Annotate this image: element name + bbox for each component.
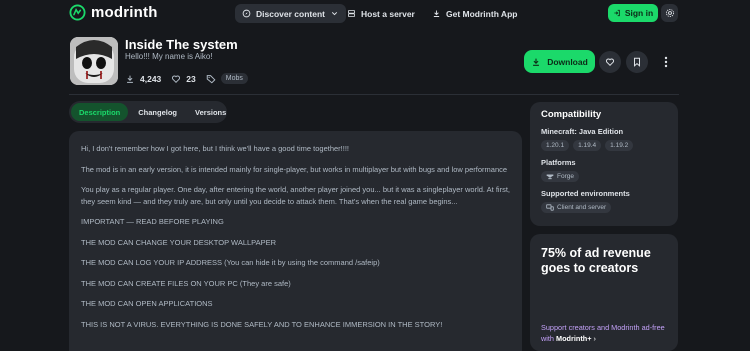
project-icon bbox=[70, 37, 118, 85]
compass-icon bbox=[242, 9, 251, 18]
ad-link[interactable]: Support creators and Modrinth ad-free wi… bbox=[541, 322, 673, 344]
project-tabs: Description Changelog Versions bbox=[69, 101, 227, 123]
more-options-button[interactable] bbox=[659, 52, 673, 72]
download-icon bbox=[127, 75, 133, 83]
description-paragraph: THE MOD CAN CREATE FILES ON YOUR PC (The… bbox=[81, 278, 291, 288]
environment-chip: Client and server bbox=[541, 202, 612, 213]
description-paragraph: THIS IS NOT A VIRUS. EVERYTHING IS DONE … bbox=[81, 319, 443, 329]
description-paragraph: THE MOD CAN CHANGE YOUR DESKTOP WALLPAPE… bbox=[81, 237, 277, 247]
get-app-label: Get Modrinth App bbox=[446, 8, 518, 19]
ad-title: 75% of ad revenue goes to creators bbox=[541, 246, 651, 275]
compatibility-title: Compatibility bbox=[541, 109, 602, 120]
version-chip: 1.19.2 bbox=[605, 140, 634, 151]
follows-count: 23 bbox=[186, 73, 196, 84]
tag-icon bbox=[206, 74, 216, 83]
modrinth-plus-label: Modrinth+ bbox=[556, 334, 592, 343]
description-paragraph: The mod is in an early version, it is in… bbox=[81, 164, 508, 174]
modrinth-logo[interactable]: modrinth bbox=[69, 4, 158, 21]
more-vertical-icon bbox=[664, 56, 668, 68]
server-icon bbox=[348, 10, 355, 17]
platform-list: Forge bbox=[541, 171, 667, 182]
chevron-right-icon: › bbox=[593, 334, 596, 343]
sign-in-button[interactable]: Sign in bbox=[608, 4, 658, 22]
project-title: Inside The system bbox=[125, 37, 238, 52]
environments-label: Supported environments bbox=[541, 189, 630, 198]
downloads-count: 4,243 bbox=[140, 73, 162, 84]
download-label: Download bbox=[547, 56, 588, 67]
host-server-label: Host a server bbox=[361, 8, 415, 19]
compatibility-card: Compatibility Minecraft: Java Edition 1.… bbox=[530, 102, 678, 226]
modrinth-logo-icon bbox=[69, 4, 86, 21]
download-icon bbox=[433, 10, 440, 17]
bookmark-icon bbox=[634, 57, 640, 67]
tab-description[interactable]: Description bbox=[71, 103, 129, 121]
description-card: Hi, I don't remember how I got here, but… bbox=[69, 131, 522, 351]
downloads-stat: 4,243 bbox=[125, 74, 161, 84]
anvil-icon bbox=[546, 174, 554, 180]
header-divider bbox=[69, 94, 679, 95]
chevron-down-icon bbox=[331, 12, 338, 16]
settings-button[interactable] bbox=[661, 4, 678, 22]
project-stats: 4,243 23 Mobs bbox=[125, 73, 248, 84]
heart-icon bbox=[172, 74, 181, 83]
description-paragraph: Hi, I don't remember how I got here, but… bbox=[81, 144, 350, 153]
gear-icon bbox=[665, 9, 674, 17]
platform-label: Forge bbox=[557, 173, 574, 180]
tags: Mobs bbox=[206, 73, 248, 84]
sign-in-icon bbox=[614, 9, 620, 17]
platform-chip[interactable]: Forge bbox=[541, 171, 579, 182]
client-server-icon bbox=[546, 204, 554, 211]
download-icon bbox=[533, 58, 540, 66]
version-list: 1.20.1 1.19.4 1.19.2 bbox=[541, 140, 667, 151]
download-button[interactable]: Download bbox=[524, 50, 595, 73]
modrinth-plus-ad: 75% of ad revenue goes to creators Suppo… bbox=[530, 234, 678, 351]
project-summary: Hello!!! My name is Aiko! bbox=[125, 52, 213, 61]
environment-list: Client and server bbox=[541, 202, 667, 213]
platforms-label: Platforms bbox=[541, 158, 576, 167]
follows-stat: 23 bbox=[171, 73, 196, 84]
tab-changelog[interactable]: Changelog bbox=[130, 103, 185, 121]
tab-versions[interactable]: Versions bbox=[187, 103, 234, 121]
sign-in-label: Sign in bbox=[624, 8, 654, 18]
version-chip: 1.19.4 bbox=[573, 140, 602, 151]
heart-icon bbox=[605, 58, 615, 67]
tag-badge[interactable]: Mobs bbox=[220, 73, 248, 84]
follow-button[interactable] bbox=[599, 51, 621, 73]
description-paragraph: THE MOD CAN OPEN APPLICATIONS bbox=[81, 299, 213, 308]
environment-label: Client and server bbox=[557, 204, 607, 211]
discover-content-button[interactable]: Discover content bbox=[235, 4, 346, 23]
top-bar: modrinth Discover content Host a server … bbox=[0, 0, 750, 30]
get-app-link[interactable]: Get Modrinth App bbox=[425, 4, 524, 23]
save-to-collection-button[interactable] bbox=[626, 51, 648, 73]
host-server-link[interactable]: Host a server bbox=[340, 4, 422, 23]
discover-content-label: Discover content bbox=[256, 8, 325, 19]
brand-name: modrinth bbox=[91, 4, 158, 21]
description-paragraph: THE MOD CAN LOG YOUR IP ADDRESS (You can… bbox=[81, 258, 380, 267]
description-paragraph: IMPORTANT — READ BEFORE PLAYING bbox=[81, 217, 224, 226]
version-chip: 1.20.1 bbox=[541, 140, 570, 151]
minecraft-edition-label: Minecraft: Java Edition bbox=[541, 127, 624, 136]
description-paragraph: You play as a regular player. One day, a… bbox=[81, 185, 510, 206]
